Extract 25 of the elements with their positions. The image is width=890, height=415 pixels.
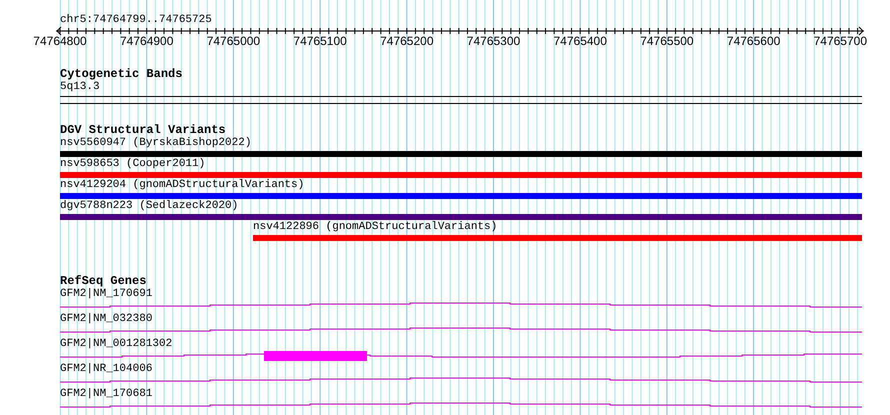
axis-label: 74765700 [814,34,867,48]
track-title: RefSeq Genes [60,275,148,288]
variant-label: nsv4129204 (gnomADStructuralVariants) [60,179,306,192]
axis-label: 74765100 [293,34,347,48]
axis-label: 74765500 [640,34,694,48]
gene-label: GFM2|NM_032380 [60,313,154,326]
variant-label: nsv598653 (Cooper2011) [60,158,206,171]
band-label: 5q13.3 [60,81,101,94]
gene-label: GFM2|NM_001281302 [60,338,174,351]
axis-label: 74765000 [206,34,260,48]
gene-label: GFM2|NM_170681 [60,388,154,401]
location-label: chr5:74764799..74765725 [60,14,212,27]
axis-label: 74765400 [554,34,607,48]
track-title: Cytogenetic Bands [60,68,184,81]
axis-label: 74764900 [120,34,174,48]
axis-label: 74765300 [466,34,520,48]
gene-label: GFM2|NR_104006 [60,363,154,376]
track-title: DGV Structural Variants [60,124,227,137]
gene-label: GFM2|NM_170691 [60,288,154,301]
axis-label: 74765600 [726,34,780,48]
variant-label: nsv4122896 (gnomADStructuralVariants) [253,221,498,234]
variant-label: dgv5788n223 (Sedlazeck2020) [60,200,240,213]
axis-label: 74765200 [380,34,434,48]
axis-label: 74764800 [33,34,87,48]
variant-label: nsv5560947 (ByrskaBishop2022) [60,137,252,150]
